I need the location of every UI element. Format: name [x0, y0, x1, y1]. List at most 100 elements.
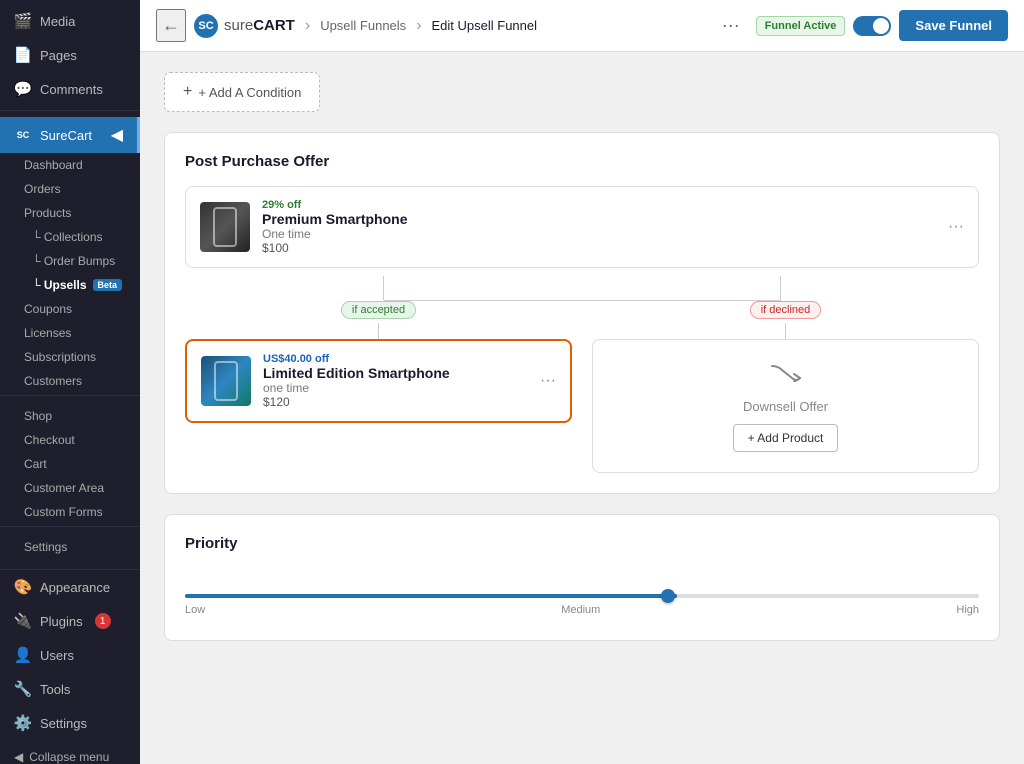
sidebar-label-plugins: Plugins: [40, 614, 83, 629]
accepted-offer-menu[interactable]: ···: [540, 372, 556, 390]
surecart-logo: SC sureCART: [194, 14, 295, 38]
pages-icon: 📄: [14, 46, 32, 64]
sidebar-item-appearance[interactable]: 🎨 Appearance: [0, 570, 140, 604]
collapse-label: Collapse menu: [29, 750, 109, 764]
slider-thumb: [661, 589, 675, 603]
breadcrumb-sep1: ›: [305, 17, 310, 35]
back-button[interactable]: ←: [156, 9, 186, 42]
topbar-more-button[interactable]: ···: [714, 11, 748, 40]
surecart-icon: SC: [14, 126, 32, 144]
users-icon: 👤: [14, 646, 32, 664]
downsell-column: Downsell Offer + Add Product: [592, 339, 979, 473]
sidebar-item-coupons[interactable]: Coupons: [0, 297, 140, 321]
add-condition-button[interactable]: + + Add A Condition: [164, 72, 320, 112]
main-offer-box[interactable]: 29% off Premium Smartphone One time $100…: [185, 186, 979, 268]
save-funnel-button[interactable]: Save Funnel: [899, 10, 1008, 41]
logo-circle: SC: [194, 14, 218, 38]
sidebar-item-products[interactable]: Products: [0, 201, 140, 225]
accepted-offer-billing: one time: [263, 381, 528, 395]
sidebar-item-media[interactable]: 🎬 Media: [0, 4, 140, 38]
downsell-label: Downsell Offer: [743, 399, 828, 414]
logo-text: sureCART: [224, 17, 295, 34]
plugins-icon: 🔌: [14, 612, 32, 630]
sidebar-label-appearance: Appearance: [40, 580, 110, 595]
main-offer-image: [200, 202, 250, 252]
downsell-box: Downsell Offer + Add Product: [592, 339, 979, 473]
if-accepted-tag: if accepted: [341, 301, 416, 319]
accepted-offer-price: $120: [263, 395, 528, 409]
content-area: + + Add A Condition Post Purchase Offer …: [140, 52, 1024, 764]
main-offer-price: $100: [262, 241, 936, 255]
sidebar-item-dashboard[interactable]: Dashboard: [0, 153, 140, 177]
downsell-icon: [770, 360, 802, 389]
sidebar-item-customers[interactable]: Customers: [0, 369, 140, 393]
sidebar-label-surecart: SureCart: [40, 128, 92, 143]
sidebar-label-users: Users: [40, 648, 74, 663]
sidebar-item-settings[interactable]: ⚙️ Settings: [0, 706, 140, 740]
if-declined-tag: if declined: [750, 301, 822, 319]
accepted-offer-box[interactable]: US$40.00 off Limited Edition Smartphone …: [185, 339, 572, 423]
sidebar-item-shop[interactable]: Shop: [0, 404, 140, 428]
main-offer-menu[interactable]: ···: [948, 218, 964, 236]
sidebar-item-surecart[interactable]: SC SureCart ◀: [0, 117, 140, 153]
slider-label-medium: Medium: [561, 604, 600, 616]
toggle-knob: [873, 18, 889, 34]
sidebar-item-comments[interactable]: 💬 Comments: [0, 72, 140, 106]
sidebar: 🎬 Media 📄 Pages 💬 Comments SC SureCart ◀…: [0, 0, 140, 764]
post-purchase-card: Post Purchase Offer 29% off Premium Smar…: [164, 132, 1000, 494]
settings-icon: ⚙️: [14, 714, 32, 732]
slider-label-high: High: [956, 604, 979, 616]
main-offer-details: 29% off Premium Smartphone One time $100: [262, 199, 936, 255]
appearance-icon: 🎨: [14, 578, 32, 596]
sidebar-item-upsells[interactable]: └ Upsells Beta: [0, 273, 140, 297]
sidebar-label-settings: Settings: [40, 716, 87, 731]
topbar: ← SC sureCART › Upsell Funnels › Edit Up…: [140, 0, 1024, 52]
slider-labels: Low Medium High: [185, 604, 979, 616]
sidebar-label-media: Media: [40, 14, 75, 29]
sidebar-item-users[interactable]: 👤 Users: [0, 638, 140, 672]
sidebar-label-pages: Pages: [40, 48, 77, 63]
sidebar-item-custom-forms[interactable]: Custom Forms: [0, 500, 140, 524]
accepted-offer-image: [201, 356, 251, 406]
comments-icon: 💬: [14, 80, 32, 98]
sidebar-label-comments: Comments: [40, 82, 103, 97]
sidebar-item-pages[interactable]: 📄 Pages: [0, 38, 140, 72]
media-icon: 🎬: [14, 12, 32, 30]
plus-icon: +: [183, 83, 192, 101]
funnel-active-toggle[interactable]: [853, 16, 891, 36]
flow-columns: US$40.00 off Limited Edition Smartphone …: [185, 339, 979, 473]
sidebar-label-tools: Tools: [40, 682, 70, 697]
sidebar-item-subscriptions[interactable]: Subscriptions: [0, 345, 140, 369]
sidebar-item-settings-header[interactable]: Settings: [0, 535, 140, 559]
accepted-offer-name: Limited Edition Smartphone: [263, 365, 528, 381]
sidebar-item-plugins[interactable]: 🔌 Plugins 1: [0, 604, 140, 638]
sidebar-item-order-bumps[interactable]: └ Order Bumps: [0, 249, 140, 273]
sidebar-item-tools[interactable]: 🔧 Tools: [0, 672, 140, 706]
slider-label-low: Low: [185, 604, 205, 616]
accepted-offer-details: US$40.00 off Limited Edition Smartphone …: [263, 353, 528, 409]
breadcrumb-upsell-funnels[interactable]: Upsell Funnels: [320, 18, 406, 33]
main-offer-billing: One time: [262, 227, 936, 241]
collapse-icon: ◀: [14, 750, 23, 764]
accepted-offer-discount: US$40.00 off: [263, 353, 528, 365]
sidebar-item-collections[interactable]: └ Collections: [0, 225, 140, 249]
add-condition-label: + Add A Condition: [198, 85, 301, 100]
accepted-offer-column: US$40.00 off Limited Edition Smartphone …: [185, 339, 572, 423]
topbar-current-page: Edit Upsell Funnel: [432, 18, 538, 33]
add-product-button[interactable]: + Add Product: [733, 424, 839, 452]
slider-track: [185, 594, 979, 598]
sidebar-item-orders[interactable]: Orders: [0, 177, 140, 201]
priority-slider-container: Low Medium High: [185, 568, 979, 620]
main-area: ← SC sureCART › Upsell Funnels › Edit Up…: [140, 0, 1024, 764]
funnel-active-badge: Funnel Active: [756, 16, 846, 36]
collapse-menu-button[interactable]: ◀ Collapse menu: [0, 740, 140, 764]
priority-title: Priority: [185, 535, 979, 552]
sidebar-item-cart[interactable]: Cart: [0, 452, 140, 476]
sidebar-item-licenses[interactable]: Licenses: [0, 321, 140, 345]
sidebar-item-customer-area[interactable]: Customer Area: [0, 476, 140, 500]
priority-card: Priority Low Medium High: [164, 514, 1000, 641]
main-offer-name: Premium Smartphone: [262, 211, 936, 227]
plugins-badge: 1: [95, 613, 111, 629]
sidebar-item-checkout[interactable]: Checkout: [0, 428, 140, 452]
tools-icon: 🔧: [14, 680, 32, 698]
